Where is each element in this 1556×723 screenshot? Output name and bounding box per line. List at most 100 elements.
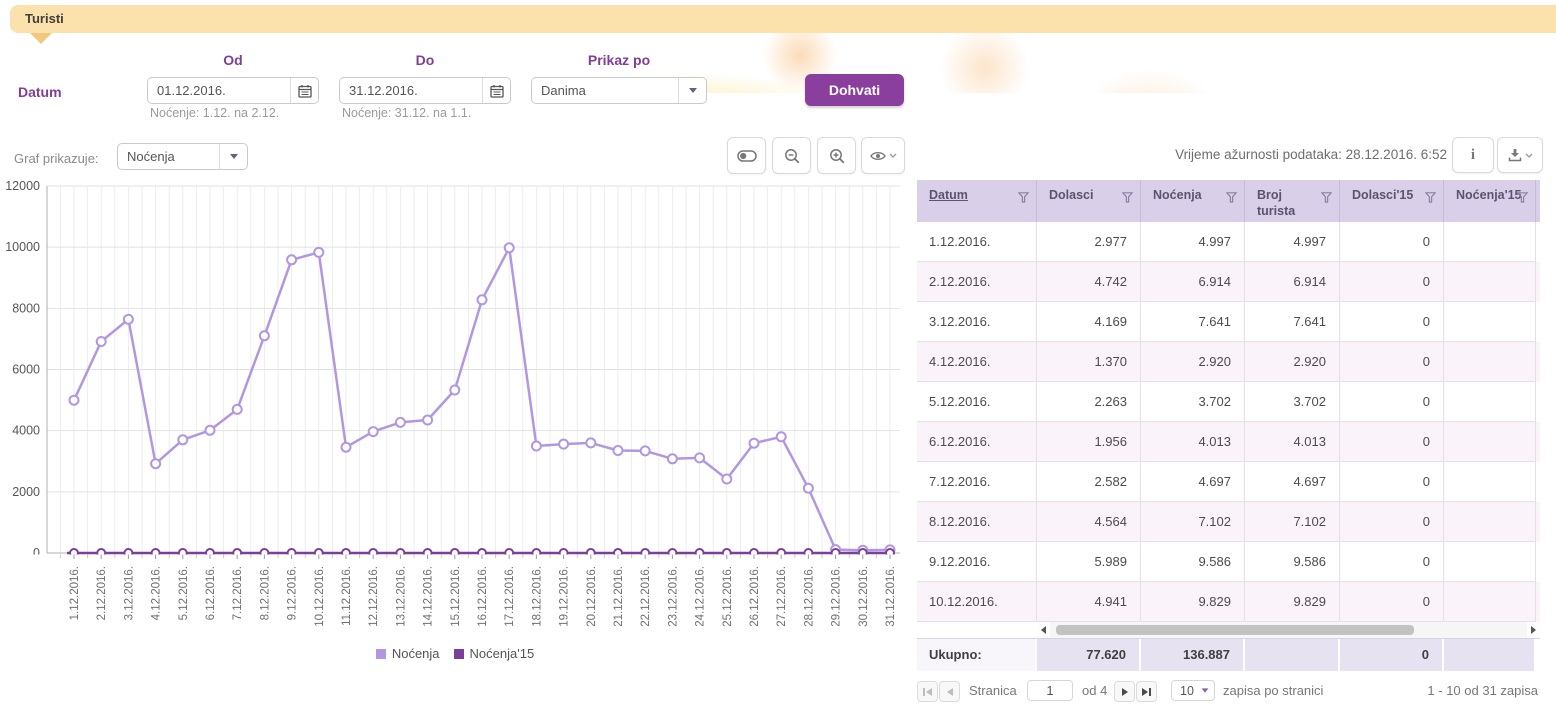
svg-text:16.12.2016.: 16.12.2016. <box>477 566 489 627</box>
scrollbar-thumb[interactable] <box>1056 625 1414 635</box>
svg-text:19.12.2016.: 19.12.2016. <box>559 566 571 627</box>
table-row[interactable]: 6.12.2016.1.9564.0134.0130 <box>917 422 1540 462</box>
od-label: Od <box>147 52 319 68</box>
cell-date: 3.12.2016. <box>917 302 1037 342</box>
svg-text:12000: 12000 <box>5 180 40 193</box>
graf-prikazuje-select[interactable]: Noćenja <box>117 143 248 170</box>
chart-toggle-button[interactable] <box>727 137 766 174</box>
zoom-in-button[interactable] <box>817 137 856 174</box>
scroll-right-arrow-icon[interactable] <box>1527 622 1540 638</box>
cell-value <box>1444 222 1536 262</box>
cell-value <box>1444 422 1536 462</box>
funnel-icon[interactable] <box>1018 192 1029 203</box>
page-count-label: od 4 <box>1082 683 1107 698</box>
funnel-icon[interactable] <box>1122 192 1133 203</box>
horizontal-scrollbar[interactable] <box>1037 622 1540 638</box>
date-from-input[interactable] <box>148 83 290 98</box>
chevron-down-icon <box>689 88 697 93</box>
page-number-input[interactable] <box>1027 680 1073 701</box>
table-row[interactable]: 8.12.2016.4.5647.1027.1020 <box>917 502 1540 542</box>
svg-text:21.12.2016.: 21.12.2016. <box>613 566 625 627</box>
cell-date: 8.12.2016. <box>917 502 1037 542</box>
cell-value: 9.829 <box>1141 582 1245 622</box>
tab-pointer-triangle <box>30 33 52 44</box>
cell-value: 3.702 <box>1141 382 1245 422</box>
cell-date: 9.12.2016. <box>917 542 1037 582</box>
svg-text:15.12.2016.: 15.12.2016. <box>450 566 462 627</box>
column-header-5[interactable]: Dolasci'15 <box>1340 180 1444 222</box>
funnel-icon[interactable] <box>1226 192 1237 203</box>
funnel-icon[interactable] <box>1321 192 1332 203</box>
page-size-select[interactable]: 10 <box>1171 680 1215 701</box>
table-row[interactable]: 10.12.2016.4.9419.8299.8290 <box>917 582 1540 622</box>
table-row[interactable]: 5.12.2016.2.2633.7023.7020 <box>917 382 1540 422</box>
legend-item-nocenja15[interactable]: Noćenja'15 <box>454 646 535 661</box>
chevron-down-icon <box>1202 688 1209 692</box>
svg-text:22.12.2016.: 22.12.2016. <box>640 566 652 627</box>
first-page-button[interactable] <box>917 681 938 702</box>
cell-value: 4.742 <box>1037 262 1141 302</box>
table-row[interactable]: 7.12.2016.2.5824.6974.6970 <box>917 462 1540 502</box>
dohvati-button[interactable]: Dohvati <box>805 74 904 106</box>
top-tab-bar: Turisti <box>10 5 1556 33</box>
tab-turisti[interactable]: Turisti <box>10 5 1556 33</box>
svg-text:17.12.2016.: 17.12.2016. <box>504 566 516 627</box>
cell-date: 6.12.2016. <box>917 422 1037 462</box>
date-from-calendar-button[interactable] <box>290 78 318 103</box>
next-page-button[interactable] <box>1114 681 1135 702</box>
column-header-3[interactable]: Noćenja <box>1141 180 1245 222</box>
cell-value: 9.829 <box>1245 582 1340 622</box>
cell-value: 6.914 <box>1141 262 1245 302</box>
total-value <box>1444 639 1536 671</box>
funnel-icon[interactable] <box>1517 192 1528 203</box>
cell-value: 7.102 <box>1245 502 1340 542</box>
app-window: Turisti Od Do Prikaz po Datum <box>0 0 1556 723</box>
table-row[interactable]: 4.12.2016.1.3702.9202.9200 <box>917 342 1540 382</box>
cell-value: 4.013 <box>1245 422 1340 462</box>
scrollbar-track[interactable] <box>1050 622 1527 638</box>
column-header-2[interactable]: Dolasci <box>1037 180 1141 222</box>
previous-page-button[interactable] <box>939 681 960 702</box>
export-download-button[interactable] <box>1497 137 1543 173</box>
cell-value: 0 <box>1340 262 1444 302</box>
prikaz-po-label: Prikaz po <box>531 52 707 68</box>
svg-text:5.12.2016.: 5.12.2016. <box>178 566 190 620</box>
table-row[interactable]: 3.12.2016.4.1697.6417.6410 <box>917 302 1540 342</box>
column-header-4[interactable]: Broj turista <box>1245 180 1340 222</box>
cell-value: 4.697 <box>1245 462 1340 502</box>
zoom-out-button[interactable] <box>772 137 811 174</box>
cell-date: 2.12.2016. <box>917 262 1037 302</box>
date-to-calendar-button[interactable] <box>482 78 510 103</box>
cell-value: 4.997 <box>1245 222 1340 262</box>
date-to-input[interactable] <box>340 83 482 98</box>
svg-text:7.12.2016.: 7.12.2016. <box>232 566 244 620</box>
chevron-down-icon <box>889 153 897 158</box>
svg-text:13.12.2016.: 13.12.2016. <box>395 566 407 627</box>
svg-text:27.12.2016.: 27.12.2016. <box>776 566 788 627</box>
svg-text:31.12.2016.: 31.12.2016. <box>885 566 897 627</box>
last-page-button[interactable] <box>1136 681 1157 702</box>
table-row[interactable]: 1.12.2016.2.9774.9974.9970 <box>917 222 1540 262</box>
table-row[interactable]: 9.12.2016.5.9899.5869.5860 <box>917 542 1540 582</box>
cell-value: 2.977 <box>1037 222 1141 262</box>
scroll-left-arrow-icon[interactable] <box>1037 622 1050 638</box>
cell-value <box>1444 502 1536 542</box>
cell-value: 7.641 <box>1245 302 1340 342</box>
svg-text:6000: 6000 <box>12 363 40 377</box>
prikaz-po-select[interactable]: Danima <box>531 77 707 104</box>
column-header-6[interactable]: Noćenja'15 <box>1444 180 1536 222</box>
cell-value: 4.564 <box>1037 502 1141 542</box>
svg-text:8000: 8000 <box>12 301 40 315</box>
cell-value <box>1444 582 1536 622</box>
funnel-icon[interactable] <box>1425 192 1436 203</box>
cell-value: 0 <box>1340 422 1444 462</box>
svg-text:11.12.2016.: 11.12.2016. <box>341 566 353 626</box>
svg-text:10.12.2016.: 10.12.2016. <box>314 566 326 627</box>
column-header-1[interactable]: Datum <box>917 180 1037 222</box>
table-row[interactable]: 2.12.2016.4.7426.9146.9140 <box>917 262 1540 302</box>
info-button[interactable]: i <box>1452 137 1494 173</box>
svg-text:3.12.2016.: 3.12.2016. <box>123 566 135 620</box>
series-visibility-button[interactable] <box>861 137 905 174</box>
legend-item-nocenja[interactable]: Noćenja <box>376 646 440 661</box>
column-title: Noćenja'15 <box>1456 188 1522 202</box>
